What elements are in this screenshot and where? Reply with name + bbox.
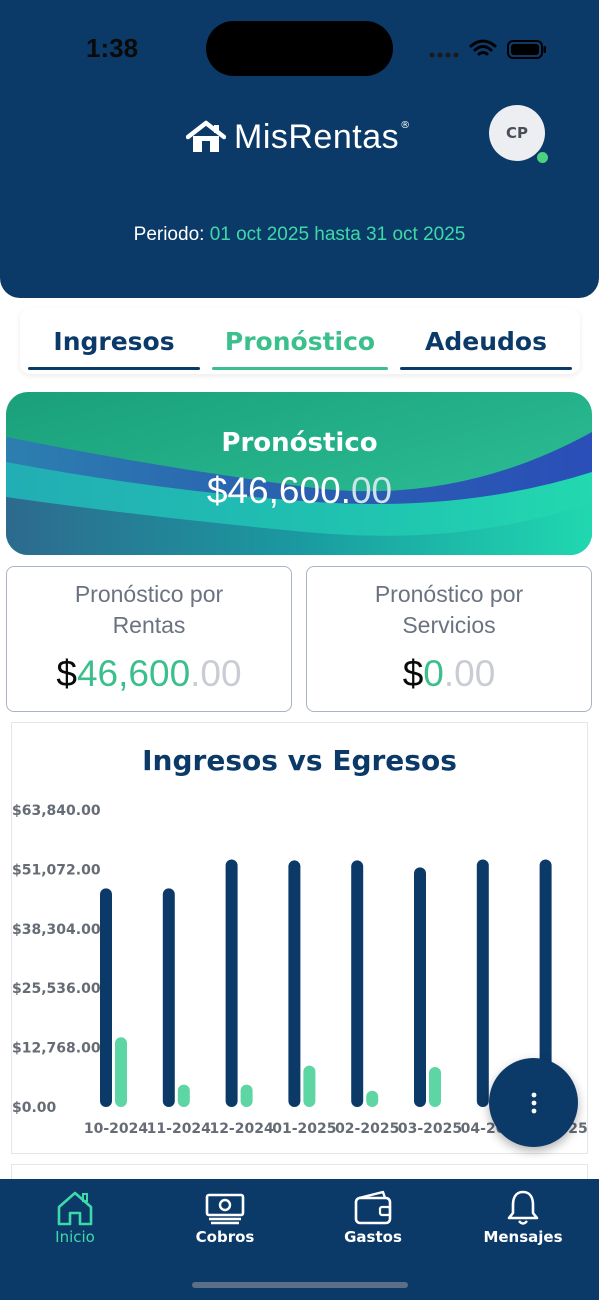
card-title: Pronóstico por Rentas (74, 581, 224, 638)
home-indicator (192, 1282, 408, 1288)
amount-whole: 46,600 (76, 653, 191, 694)
status-icons (429, 39, 546, 59)
chart-bar (240, 1084, 253, 1107)
battery-icon (507, 40, 546, 59)
chart-bar (162, 888, 175, 1107)
tab-ingresos[interactable]: Ingresos (24, 308, 204, 374)
nav-inicio[interactable]: Inicio (20, 1179, 130, 1259)
y-tick-label: $12,768.00 (12, 1041, 101, 1057)
card-title: Pronóstico por Servicios (374, 581, 524, 638)
y-tick-label: $0.00 (12, 1100, 57, 1116)
more-vertical-icon (531, 1092, 536, 1113)
banner-amount-main: $46,600. (206, 470, 351, 511)
amount-cents: .00 (190, 653, 242, 694)
wifi-icon (469, 39, 497, 56)
currency-symbol: $ (56, 653, 77, 694)
nav-label: Gastos (344, 1228, 402, 1246)
tab-adeudos[interactable]: Adeudos (396, 308, 576, 374)
app-screen: 1:38 MisRentas ® CP Periodo: 01 oct 2025… (0, 0, 599, 1300)
cellular-icon (429, 52, 459, 58)
amount-whole: 0 (423, 653, 444, 694)
chart-bar (115, 1037, 127, 1107)
y-tick-label: $25,536.00 (12, 981, 101, 997)
nav-cobros[interactable]: Cobros (170, 1179, 280, 1259)
brand-name: MisRentas (234, 117, 400, 156)
registered-mark: ® (400, 119, 411, 131)
money-icon (205, 1193, 245, 1225)
card-amount: $46,600.00 (7, 653, 291, 695)
status-time: 1:38 (86, 33, 139, 63)
chart-bar (429, 1066, 441, 1107)
x-tick-label: 03-2025 (398, 1121, 462, 1137)
chart-bar (288, 860, 301, 1107)
bell-icon (507, 1190, 539, 1225)
period-label: Periodo: (133, 224, 205, 245)
x-tick-label: 12-2024 (209, 1121, 274, 1137)
forecast-rentas-card[interactable]: Pronóstico por Rentas $46,600.00 (6, 566, 292, 712)
chart-bar (177, 1084, 190, 1107)
y-tick-label: $51,072.00 (12, 862, 101, 878)
y-tick-label: $63,840.00 (12, 803, 101, 819)
x-tick-label: 11-2024 (147, 1121, 212, 1137)
currency-symbol: $ (402, 653, 424, 694)
chart-bar (476, 859, 489, 1107)
period-range[interactable]: 01 oct 2025 hasta 31 oct 2025 (210, 224, 466, 245)
banner-title: Pronóstico (221, 428, 378, 458)
chart-bar (303, 1065, 316, 1107)
amount-cents: .00 (443, 653, 496, 694)
dynamic-island (206, 21, 393, 76)
brand-logo: MisRentas ® (186, 112, 410, 162)
online-status-dot (535, 150, 550, 165)
wallet-icon (354, 1190, 392, 1225)
chart-bar (366, 1090, 379, 1107)
nav-label: Inicio (55, 1228, 95, 1246)
chart-bar (100, 888, 112, 1107)
more-options-button[interactable] (489, 1058, 578, 1147)
chart-bar (225, 859, 238, 1107)
tab-bar: Ingresos Pronóstico Adeudos (20, 308, 580, 374)
forecast-servicios-card[interactable]: Pronóstico por Servicios $0.00 (306, 566, 592, 712)
x-tick-label: 02-2025 (335, 1121, 399, 1137)
house-logo-icon (186, 120, 226, 152)
nav-label: Mensajes (483, 1228, 563, 1246)
chart-bar (414, 867, 426, 1107)
y-tick-label: $38,304.00 (12, 922, 101, 938)
card-amount: $0.00 (307, 653, 591, 695)
x-tick-label: 10-2024 (84, 1121, 149, 1137)
home-icon (57, 1191, 93, 1226)
chart-bar (351, 860, 364, 1107)
banner-amount-cents: 00 (350, 470, 393, 511)
nav-gastos[interactable]: Gastos (318, 1179, 428, 1259)
banner-amount: $46,600.00 (0, 470, 599, 512)
nav-label: Cobros (195, 1228, 255, 1246)
x-tick-label: 01-2025 (272, 1121, 336, 1137)
period-text: Periodo: 01 oct 2025 hasta 31 oct 2025 (0, 224, 599, 246)
chart-title: Ingresos vs Egresos (142, 744, 457, 777)
nav-mensajes[interactable]: Mensajes (468, 1179, 578, 1259)
tab-pronostico[interactable]: Pronóstico (208, 308, 392, 374)
